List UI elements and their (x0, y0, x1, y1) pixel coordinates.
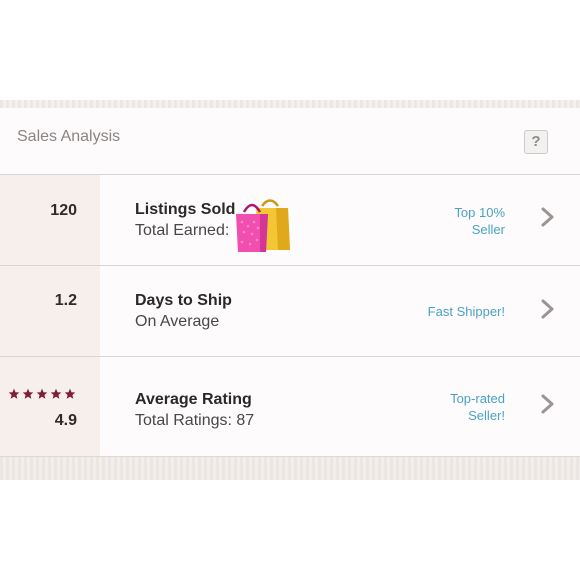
total-ratings-label: Total Ratings: 87 (135, 412, 255, 429)
badge-line: Fast Shipper! (427, 304, 505, 319)
average-rating-row[interactable]: 4.9 Average Rating Total Ratings: 87 Top… (0, 356, 580, 456)
chevron-right-icon[interactable] (540, 299, 556, 319)
days-to-ship-row[interactable]: 1.2 Days to Ship On Average Fast Shipper… (0, 265, 580, 357)
star-icon (8, 388, 20, 399)
on-average-label: On Average (135, 313, 220, 330)
chevron-right-icon[interactable] (540, 207, 556, 227)
card-footer-texture (0, 456, 580, 480)
average-rating-title: Average Rating (135, 391, 252, 408)
sales-analysis-card: Sales Analysis ? 120 Listings Sold Total… (0, 100, 580, 480)
card-top-texture (0, 100, 580, 108)
chevron-right-icon[interactable] (540, 394, 556, 414)
badge-line: Top 10% (454, 205, 505, 220)
help-icon[interactable]: ? (524, 130, 548, 154)
star-icon (22, 388, 34, 399)
days-to-ship-title: Days to Ship (135, 292, 232, 309)
total-earned-label: Total Earned: (135, 222, 230, 239)
star-icon (50, 388, 62, 399)
row-value-panel: 4.9 (0, 357, 100, 456)
card-title: Sales Analysis (17, 128, 121, 145)
listings-sold-value: 120 (50, 202, 77, 219)
shopping-bags-icon (236, 199, 290, 252)
fast-shipper-badge[interactable]: Fast Shipper! (428, 303, 505, 320)
average-rating-value: 4.9 (54, 412, 77, 429)
top-seller-badge[interactable]: Top 10% Seller (454, 204, 505, 238)
badge-line: Seller! (468, 408, 505, 423)
rating-stars (8, 388, 76, 400)
row-value-panel: 120 (0, 175, 100, 266)
badge-line: Seller (471, 222, 505, 237)
days-to-ship-value: 1.2 (54, 292, 77, 309)
top-rated-badge[interactable]: Top-rated Seller! (450, 390, 505, 424)
star-icon (64, 388, 76, 399)
badge-line: Top-rated (450, 391, 505, 406)
listings-sold-title: Listings Sold (135, 201, 236, 218)
row-value-panel: 1.2 (0, 266, 100, 357)
star-icon (36, 388, 48, 399)
